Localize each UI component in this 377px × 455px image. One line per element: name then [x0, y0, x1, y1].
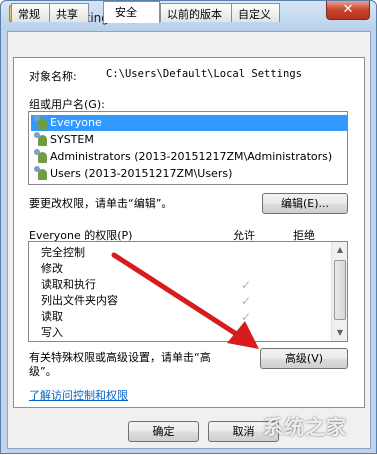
users-listbox[interactable]: Everyone SYSTEM Administrators (2013-201…: [28, 111, 348, 185]
tab-customize[interactable]: 自定义: [231, 3, 280, 22]
permissions-listbox[interactable]: 完全控制 修改 读取和执行 列出文件夹内容 读取 写入 ✓ ✓ ✓ ▲ ▼: [28, 241, 348, 342]
user-group-icon: [33, 132, 47, 146]
user-group-icon: [33, 149, 47, 163]
user-row-everyone[interactable]: Everyone: [31, 115, 347, 131]
edit-button[interactable]: 编辑(E)...: [262, 193, 348, 214]
edit-hint: 要更改权限，请单击“编辑”。: [29, 197, 173, 210]
scroll-up-icon[interactable]: ▲: [332, 242, 347, 258]
group-users-label: 组或用户名(G):: [29, 98, 105, 111]
permission-write: 写入: [41, 326, 63, 339]
user-row-system[interactable]: SYSTEM: [31, 132, 94, 148]
allow-check-icon: ✓: [241, 278, 252, 292]
object-name-value: C:\Users\Default\Local Settings: [106, 68, 302, 80]
advanced-hint-line2: 级”。: [29, 365, 57, 378]
allow-check-icon: ✓: [241, 294, 252, 308]
user-row-users[interactable]: Users (2013-20151217ZM\Users): [31, 166, 232, 182]
tab-previous-versions[interactable]: 以前的版本: [160, 3, 232, 22]
watermark-logo: 系统之家: [263, 415, 347, 439]
ok-button[interactable]: 确定: [128, 421, 199, 442]
allow-check-icon: ✓: [241, 310, 252, 324]
user-group-icon: [33, 115, 47, 129]
advanced-button[interactable]: 高级(V): [260, 348, 348, 369]
tab-sharing[interactable]: 共享: [49, 3, 89, 22]
permissions-scrollbar[interactable]: ▲ ▼: [331, 242, 347, 341]
permission-list-folder: 列出文件夹内容: [41, 294, 118, 307]
access-control-help-link[interactable]: 了解访问控制和权限: [29, 387, 128, 403]
scroll-thumb[interactable]: [334, 260, 346, 320]
user-row-administrators[interactable]: Administrators (2013-20151217ZM\Administ…: [31, 149, 332, 165]
permission-modify: 修改: [41, 262, 63, 275]
user-group-icon: [33, 166, 47, 180]
scroll-down-icon[interactable]: ▼: [332, 325, 347, 341]
tab-security[interactable]: 安全: [103, 1, 160, 23]
tab-general[interactable]: 常规: [11, 3, 50, 22]
properties-window: Local Settings 属性 ✕ 常规 共享 安全 以前的版本 自定义 对…: [0, 0, 377, 454]
object-name-label: 对象名称:: [29, 70, 77, 83]
close-button[interactable]: ✕: [326, 1, 370, 20]
permission-read: 读取: [41, 310, 63, 323]
permission-read-execute: 读取和执行: [41, 278, 96, 291]
close-icon: ✕: [342, 2, 354, 17]
permission-full-control: 完全控制: [41, 246, 85, 259]
